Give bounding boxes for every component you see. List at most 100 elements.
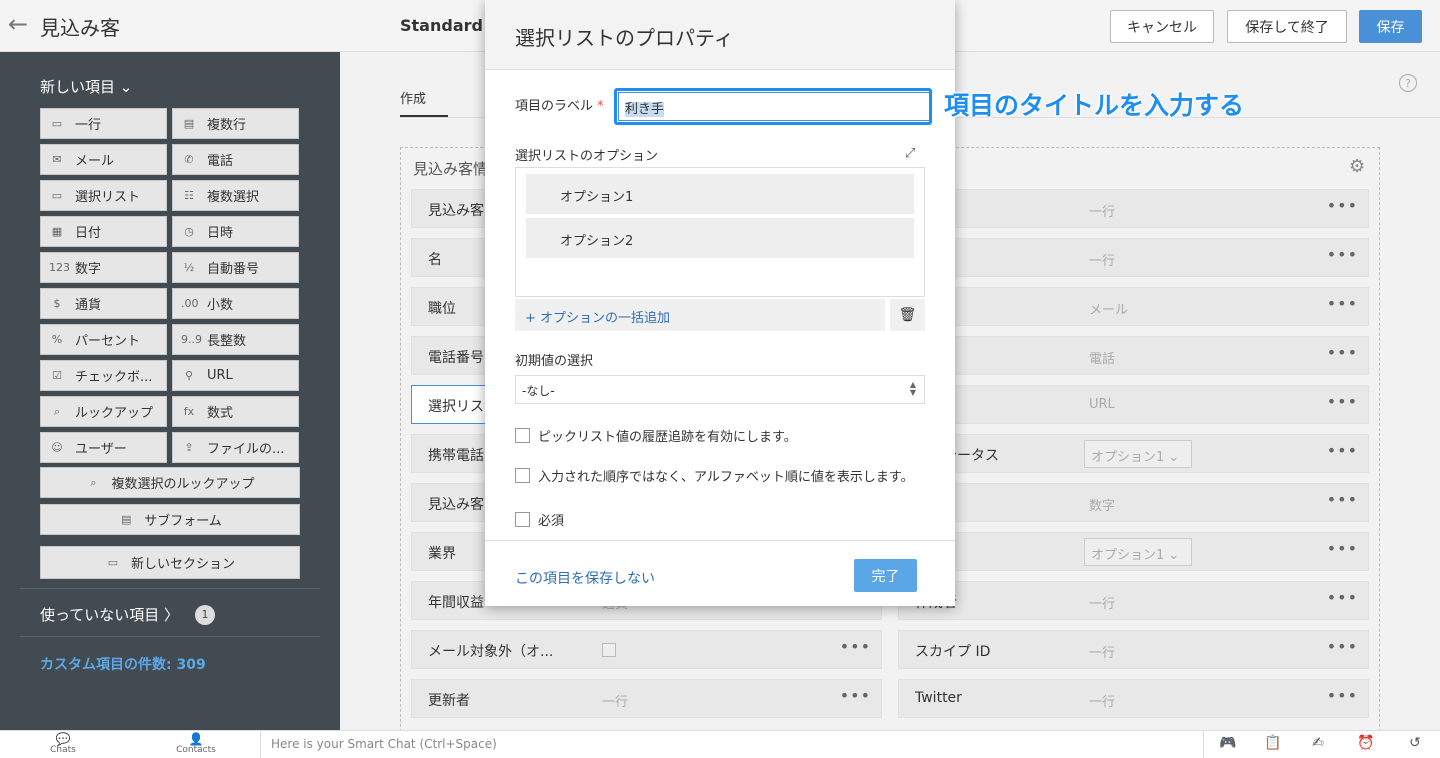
palette-item[interactable]: 9..9 長整数 (172, 324, 299, 355)
palette-item[interactable]: .00 小数 (172, 288, 299, 319)
palette-item[interactable]: ✉ メール (40, 144, 167, 175)
more-options-icon[interactable]: ••• (1327, 490, 1358, 509)
required-checkbox[interactable] (515, 512, 530, 527)
palette-item-label: 複数選択 (207, 190, 260, 205)
palette-item-label: チェックボ... (75, 370, 153, 385)
palette-item[interactable]: ▭ 選択リスト (40, 180, 167, 211)
palette-item-icon: ▭ (51, 189, 63, 202)
clipboard-icon[interactable]: 📋 (1253, 735, 1293, 751)
option-item[interactable]: オプション1 (526, 174, 914, 214)
field-type-hint: URL (1089, 397, 1115, 412)
history-tracking-option[interactable]: ピックリスト値の履歴追跡を有効にします。 (515, 426, 797, 445)
more-options-icon[interactable]: ••• (1327, 588, 1358, 607)
select-arrows-icon: ▲ ▼ (909, 380, 916, 397)
palette-item-icon: ▦ (51, 225, 63, 238)
option-item[interactable]: オプション2 (526, 218, 914, 258)
palette-item-icon: fx (183, 405, 195, 418)
field-type-hint: 数字 (1089, 499, 1116, 514)
palette-item[interactable]: ☷ 複数選択 (172, 180, 299, 211)
history-icon[interactable]: ↺ (1395, 735, 1435, 751)
field-label: 見込み客 (428, 497, 484, 513)
palette-item[interactable]: ⌕ ルックアップ (40, 396, 167, 427)
palette-item[interactable]: ☑ チェックボ... (40, 360, 167, 391)
layout-field[interactable]: 一行 ••• (898, 238, 1369, 277)
palette-item[interactable]: ⚲ URL (172, 360, 299, 391)
palette-item[interactable]: ✆ 電話 (172, 144, 299, 175)
palette-item[interactable]: $ 通貨 (40, 288, 167, 319)
palette-item-icon: ⇪ (184, 441, 194, 454)
palette-item-icon: .00 (181, 297, 199, 310)
smart-chat-input[interactable]: Here is your Smart Chat (Ctrl+Space) (260, 731, 1204, 758)
help-icon[interactable]: ? (1399, 74, 1417, 92)
layout-field[interactable]: 客ステータス オプション1 ⌄ ••• (898, 434, 1369, 473)
layout-field[interactable]: オプション1 ⌄ ••• (898, 532, 1369, 571)
palette-item-label: 一行 (75, 118, 102, 133)
layout-field[interactable]: メール ••• (898, 287, 1369, 326)
chats-button[interactable]: 💬 Chats (33, 733, 93, 755)
layout-field[interactable]: メール対象外（オ... ••• (411, 630, 882, 669)
alphabetical-order-option[interactable]: 入力された順序ではなく、アルファベット順に値を表示します。 (515, 466, 914, 485)
palette-item[interactable]: 123 数字 (40, 252, 167, 283)
alarm-clock-icon[interactable]: ⏰ (1346, 735, 1386, 751)
trash-icon[interactable]: 🗑 (890, 299, 925, 331)
history-tracking-checkbox[interactable] (515, 428, 530, 443)
gamepad-icon[interactable]: 🎮 (1208, 735, 1248, 751)
done-button[interactable]: 完了 (854, 559, 917, 592)
expand-icon[interactable]: ⤢ (905, 146, 915, 161)
layout-field[interactable]: 数数字••• (898, 483, 1369, 522)
more-options-icon[interactable]: ••• (1327, 343, 1358, 362)
field-label: 更新者 (428, 693, 470, 709)
gear-icon[interactable]: ⚙ (1349, 156, 1365, 177)
more-options-icon[interactable]: ••• (840, 686, 871, 705)
bulk-add-options-button[interactable]: + オプションの一括追加 (515, 299, 885, 331)
multi-lookup-item[interactable]: ⌕ 複数選択のルックアップ (40, 467, 300, 498)
contacts-button[interactable]: 👤 Contacts (166, 733, 226, 755)
layout-name[interactable]: Standard (400, 16, 483, 35)
signature-icon[interactable]: ✍ (1298, 735, 1338, 751)
more-options-icon[interactable]: ••• (1327, 686, 1358, 705)
palette-item-icon: ⌕ (53, 404, 61, 418)
layout-field[interactable]: 電話 ••• (898, 336, 1369, 375)
more-options-icon[interactable]: ••• (1327, 637, 1358, 656)
palette-item[interactable]: ☺ ユーザー (40, 432, 167, 463)
dont-save-link[interactable]: この項目を保存しない (515, 568, 655, 588)
palette-item[interactable]: ▭ 一行 (40, 108, 167, 139)
palette-item[interactable]: ⇪ ファイルの... (172, 432, 299, 463)
field-preview-select: オプション1 ⌄ (1084, 538, 1192, 566)
back-arrow-icon[interactable]: ← (8, 12, 28, 36)
palette-item[interactable]: ◷ 日時 (172, 216, 299, 247)
layout-field[interactable]: スカイプ ID 一行 ••• (898, 630, 1369, 669)
palette-item[interactable]: fx 数式 (172, 396, 299, 427)
cancel-button[interactable]: キャンセル (1110, 10, 1214, 43)
required-option[interactable]: 必須 (515, 510, 564, 529)
layout-field[interactable]: 一行 ••• (898, 189, 1369, 228)
palette-item-label: 長整数 (207, 334, 247, 349)
more-options-icon[interactable]: ••• (1327, 245, 1358, 264)
new-items-title[interactable]: 新しい項目 ⌄ (40, 76, 132, 97)
palette-item[interactable]: ▦ 日付 (40, 216, 167, 247)
new-section-item[interactable]: ▭ 新しいセクション (40, 546, 300, 579)
unused-items-link[interactable]: 使っていない項目 〉 1 (40, 604, 216, 625)
layout-field[interactable]: 更新者 一行 ••• (411, 679, 882, 718)
subform-item[interactable]: ▤ サブフォーム (40, 504, 300, 535)
field-type-hint: 一行 (1089, 646, 1116, 661)
alphabetical-order-checkbox[interactable] (515, 468, 530, 483)
tab-create[interactable]: 作成 (400, 88, 426, 107)
layout-field[interactable]: 作成者一行••• (898, 581, 1369, 620)
more-options-icon[interactable]: ••• (1327, 294, 1358, 313)
more-options-icon[interactable]: ••• (1327, 392, 1358, 411)
save-and-close-button[interactable]: 保存して終了 (1227, 10, 1347, 43)
more-options-icon[interactable]: ••• (1327, 539, 1358, 558)
more-options-icon[interactable]: ••• (1327, 196, 1358, 215)
default-value-select[interactable]: -なし- ▲ ▼ (515, 375, 925, 404)
field-label: 業界 (428, 546, 456, 562)
palette-item[interactable]: ▤ 複数行 (172, 108, 299, 139)
save-button[interactable]: 保存 (1359, 10, 1422, 43)
palette-item[interactable]: ½ 自動番号 (172, 252, 299, 283)
palette-item-icon: % (51, 333, 63, 346)
more-options-icon[interactable]: ••• (840, 637, 871, 656)
layout-field[interactable]: イトURL••• (898, 385, 1369, 424)
layout-field[interactable]: Twitter 一行 ••• (898, 679, 1369, 718)
more-options-icon[interactable]: ••• (1327, 441, 1358, 460)
palette-item[interactable]: % パーセント (40, 324, 167, 355)
